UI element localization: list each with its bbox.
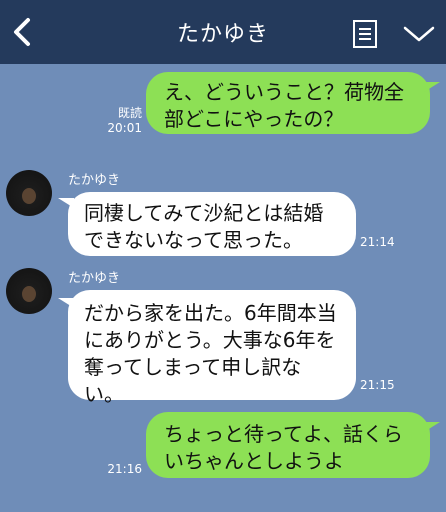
bubble-tail (424, 422, 440, 432)
message-text: ちょっと待ってよ、話くらいちゃんとしようよ (164, 422, 403, 473)
message-meta: 既読 20:01 (100, 106, 142, 136)
read-receipt: 既読 (117, 106, 142, 120)
message-time: 21:14 (360, 235, 395, 249)
message-text: だから家を出た。6年間本当にありがとう。大事な6年を奪ってしまって申し訳ない。 (84, 301, 337, 406)
chat-title: たかゆき (176, 22, 269, 47)
chat-header: たかゆき (0, 0, 446, 64)
message-bubble-received[interactable]: だから家を出た。6年間本当にありがとう。大事な6年を奪ってしまって申し訳ない。 (68, 290, 356, 406)
message-text: え、どういうこと？荷物全部どこにやったの？ (164, 80, 404, 131)
sender-name: たかゆき (68, 271, 121, 286)
bubble-tail (424, 82, 440, 92)
avatar-image (22, 286, 36, 302)
note-button[interactable] (352, 19, 378, 49)
message-bubble-sent[interactable]: ちょっと待ってよ、話くらいちゃんとしようよ (146, 412, 430, 478)
avatar[interactable] (6, 268, 52, 314)
message-bubble-sent[interactable]: え、どういうこと？荷物全部どこにやったの？ (146, 72, 430, 134)
message-time: 20:01 (107, 121, 142, 135)
avatar-image (22, 188, 36, 204)
message-bubble-received[interactable]: 同棲してみて沙紀とは結婚できないなって思った。 (68, 192, 356, 256)
message-text: 同棲してみて沙紀とは結婚できないなって思った。 (84, 201, 324, 252)
message-time: 21:15 (360, 378, 395, 392)
note-icon (353, 20, 377, 48)
expand-button[interactable] (402, 22, 436, 46)
sender-name: たかゆき (68, 173, 121, 188)
avatar[interactable] (6, 170, 52, 216)
chevron-down-icon (403, 26, 435, 42)
message-time: 21:16 (107, 462, 142, 476)
